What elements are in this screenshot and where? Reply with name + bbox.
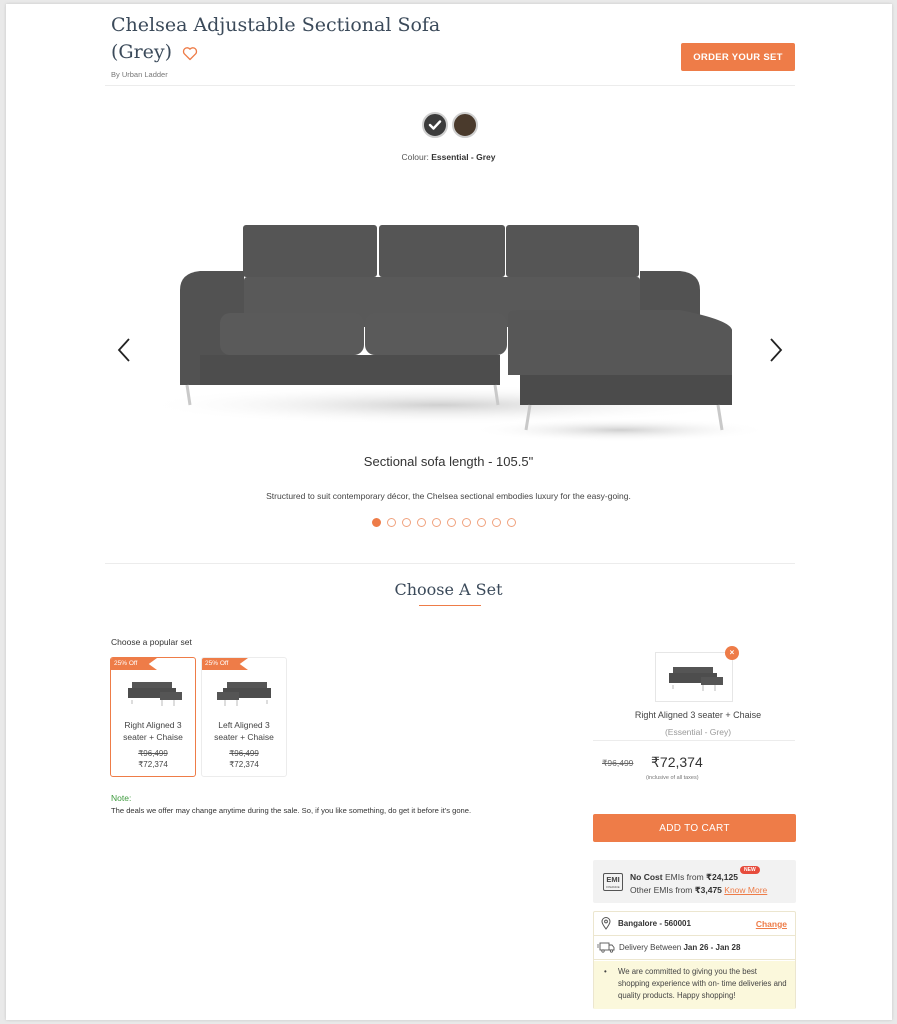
carousel-dot[interactable]	[372, 518, 381, 527]
set-card-right-aligned[interactable]: 25% Off Right Aligned 3 seater + Chaise …	[110, 657, 196, 777]
remove-set-button[interactable]: ×	[725, 646, 739, 660]
divider	[593, 740, 795, 741]
delivery-info: We are committed to giving you the best …	[594, 961, 795, 1009]
order-your-set-button[interactable]: ORDER YOUR SET	[681, 43, 795, 71]
set-name: Right Aligned 3 seater + Chaise	[123, 720, 183, 742]
set-old-price: ₹96,499	[229, 749, 259, 758]
no-cost-label: No Cost	[630, 872, 663, 882]
no-cost-emi-line: No Cost EMIs from ₹24,125	[630, 872, 738, 883]
set-price: ₹72,374	[229, 760, 259, 769]
sofa-image	[140, 225, 760, 442]
no-cost-amount: ₹24,125	[706, 872, 738, 882]
summary-old-price: ₹96,499	[602, 758, 634, 768]
delivery-prefix: Delivery Between	[619, 943, 684, 952]
set-name: Left Aligned 3 seater + Chaise	[214, 720, 274, 742]
delivery-text: Delivery Between Jan 26 - Jan 28	[619, 943, 740, 952]
location-row: Bangalore - 560001 Change	[594, 912, 795, 936]
colour-label: Colour: Essential - Grey	[0, 152, 897, 162]
location-pin-icon	[601, 917, 611, 930]
swatch-brown[interactable]	[452, 112, 478, 138]
chevron-right-icon[interactable]	[764, 336, 786, 364]
carousel-dots	[372, 518, 516, 527]
other-emi-text: Other EMIs from	[630, 885, 695, 895]
delivery-box: Bangalore - 560001 Change Delivery Betwe…	[593, 911, 796, 1009]
colour-selected-name: Essential - Grey	[431, 152, 496, 162]
set-old-price: ₹96,499	[138, 749, 168, 758]
truck-icon	[597, 942, 615, 953]
selected-set-variant: (Essential - Grey)	[664, 727, 732, 737]
carousel-dot[interactable]	[462, 518, 471, 527]
carousel-dot[interactable]	[447, 518, 456, 527]
change-location-link[interactable]: Change	[756, 919, 787, 929]
set-price: ₹72,374	[138, 760, 168, 769]
know-more-link[interactable]: Know More	[724, 885, 767, 895]
carousel-dot[interactable]	[507, 518, 516, 527]
selected-set-name: Right Aligned 3 seater + Chaise	[634, 710, 762, 720]
add-to-cart-button[interactable]: ADD TO CART	[593, 814, 796, 842]
emi-box: EMI FINANCE No Cost EMIs from ₹24,125 NEW…	[593, 860, 796, 903]
set-thumbnail	[128, 682, 182, 706]
location-city: Bangalore - 560001	[618, 919, 691, 928]
chevron-left-icon[interactable]	[114, 336, 136, 364]
summary-price: ₹72,374	[651, 754, 703, 770]
emi-icon: EMI FINANCE	[603, 873, 623, 891]
selected-set-image	[669, 667, 723, 691]
title-underline	[419, 605, 481, 606]
discount-ribbon: 25% Off	[202, 658, 248, 670]
popular-set-label: Choose a popular set	[111, 637, 192, 647]
new-badge: NEW	[740, 866, 760, 874]
carousel-dot[interactable]	[417, 518, 426, 527]
delivery-row: Delivery Between Jan 26 - Jan 28	[594, 936, 795, 960]
heart-outline-icon[interactable]	[182, 46, 198, 61]
carousel-dot[interactable]	[477, 518, 486, 527]
product-title-text: Chelsea Adjustable Sectional Sofa (Grey)	[111, 14, 441, 63]
carousel-dot[interactable]	[432, 518, 441, 527]
tax-note: (inclusive of all taxes)	[646, 775, 699, 781]
note-text: The deals we offer may change anytime du…	[111, 806, 472, 815]
emi-icon-sub: FINANCE	[606, 885, 620, 889]
carousel-dot[interactable]	[387, 518, 396, 527]
checkmark-icon	[428, 120, 442, 130]
carousel-dot[interactable]	[402, 518, 411, 527]
gallery-description: Structured to suit contemporary décor, t…	[266, 491, 631, 501]
colour-swatches	[422, 112, 478, 138]
divider	[105, 563, 795, 564]
swatch-grey[interactable]	[422, 112, 448, 138]
other-emi-line: Other EMIs from ₹3,475 Know More	[630, 885, 767, 896]
discount-ribbon: 25% Off	[111, 658, 157, 670]
product-title: Chelsea Adjustable Sectional Sofa (Grey)	[111, 12, 471, 66]
colour-label-prefix: Colour:	[401, 152, 432, 162]
choose-set-title: Choose A Set	[394, 580, 503, 599]
brand-byline: By Urban Ladder	[111, 70, 168, 79]
set-thumbnail	[217, 682, 271, 706]
emi-icon-text: EMI	[606, 875, 620, 884]
carousel-dot[interactable]	[492, 518, 501, 527]
other-emi-amount: ₹3,475	[694, 885, 722, 895]
divider	[105, 85, 795, 86]
no-cost-text: EMIs from	[662, 872, 707, 882]
gallery-caption: Sectional sofa length - 105.5"	[363, 454, 534, 469]
note-label: Note:	[111, 793, 132, 803]
selected-set-thumbnail	[655, 652, 733, 702]
set-card-left-aligned[interactable]: 25% Off Left Aligned 3 seater + Chaise ₹…	[201, 657, 287, 777]
delivery-dates: Jan 26 - Jan 28	[683, 943, 741, 952]
